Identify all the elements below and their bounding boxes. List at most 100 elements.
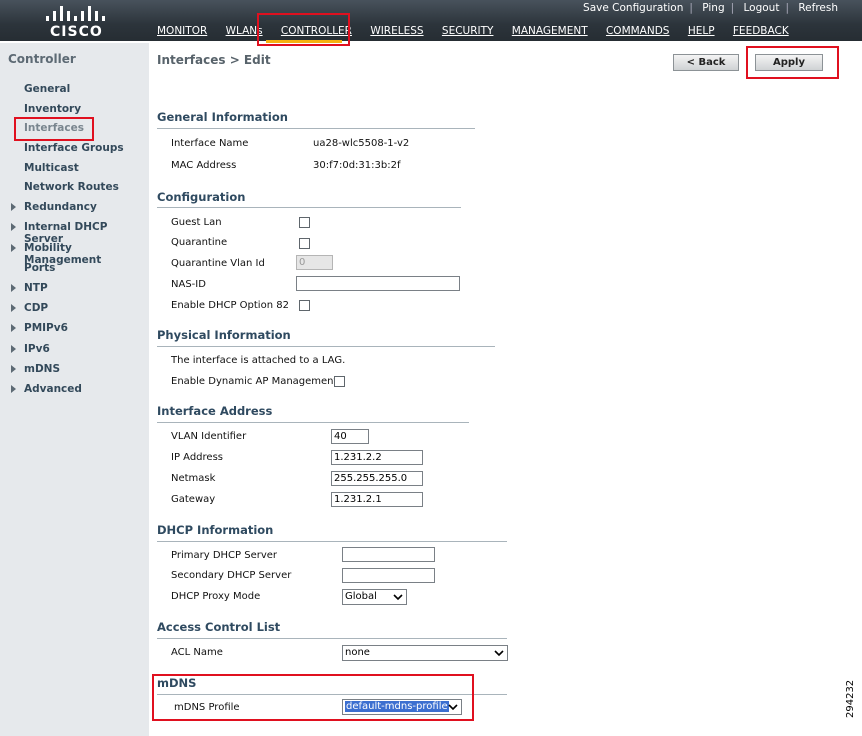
nav-feedback[interactable]: FEEDBACK [733, 25, 789, 37]
sidebar-item-interface-groups[interactable]: Interface Groups [24, 142, 124, 154]
sidebar-item-network-routes[interactable]: Network Routes [24, 181, 119, 193]
acl-name-select[interactable]: none [342, 645, 508, 661]
back-button[interactable]: < Back [673, 54, 739, 71]
highlight-controller-nav [257, 13, 350, 46]
expand-arrow-icon[interactable] [11, 203, 16, 211]
nav-management[interactable]: MANAGEMENT [512, 25, 588, 37]
quarantine-label: Quarantine [171, 237, 228, 248]
vlan-id-input[interactable]: 40 [331, 429, 369, 444]
nas-id-label: NAS-ID [171, 279, 206, 290]
dhcp-info-heading: DHCP Information [157, 523, 274, 537]
guest-lan-label: Guest Lan [171, 217, 222, 228]
netmask-input[interactable]: 255.255.255.0 [331, 471, 423, 486]
sidebar-item-label: mDNS [24, 363, 61, 375]
nav-wireless[interactable]: WIRELESS [370, 25, 423, 37]
ip-address-input[interactable]: 1.231.2.2 [331, 450, 423, 465]
divider [157, 422, 469, 423]
sidebar-item-label: PMIPv6 [24, 322, 68, 334]
chevron-down-icon [393, 594, 403, 601]
logout-link[interactable]: Logout [744, 2, 780, 14]
sidebar-item-label: General [24, 83, 71, 95]
sidebar-item-label: CDP [24, 302, 49, 314]
acl-heading: Access Control List [157, 620, 281, 634]
chevron-down-icon [494, 650, 504, 657]
sidebar-item-pmipv6[interactable]: PMIPv6 [11, 322, 68, 334]
secondary-dhcp-label: Secondary DHCP Server [171, 570, 292, 581]
interface-address-heading: Interface Address [157, 404, 273, 418]
dynamic-ap-checkbox[interactable] [334, 376, 345, 387]
sidebar-item-label: NTP [24, 282, 48, 294]
mac-address-label: MAC Address [171, 160, 237, 171]
gateway-input[interactable]: 1.231.2.1 [331, 492, 423, 507]
nav-commands[interactable]: COMMANDS [606, 25, 670, 37]
sidebar-item-ports[interactable]: Ports [24, 262, 55, 274]
highlight-apply-button [746, 46, 839, 79]
sidebar-item-inventory[interactable]: Inventory [24, 103, 81, 115]
refresh-link[interactable]: Refresh [798, 2, 838, 14]
figure-id: 294232 [845, 679, 856, 718]
interface-name-label: Interface Name [171, 138, 249, 149]
expand-arrow-icon[interactable] [11, 385, 16, 393]
dhcp-option82-checkbox[interactable] [299, 300, 310, 311]
primary-dhcp-label: Primary DHCP Server [171, 550, 278, 561]
sidebar-item-label: IPv6 [24, 343, 50, 355]
sidebar-item-label: Redundancy [24, 201, 97, 213]
expand-arrow-icon[interactable] [11, 304, 16, 312]
top-bar: CISCO Save Configuration | Ping | Logout | … [0, 0, 862, 41]
utility-links: Save Configuration | Ping | Logout | Refres… [583, 2, 838, 14]
gateway-label: Gateway [171, 494, 216, 505]
sidebar-item-ntp[interactable]: NTP [11, 282, 48, 294]
expand-arrow-icon[interactable] [11, 345, 16, 353]
sidebar-item-cdp[interactable]: CDP [11, 302, 49, 314]
divider [157, 346, 495, 347]
nav-monitor[interactable]: MONITOR [157, 25, 207, 37]
sidebar-item-label: Interface Groups [24, 142, 124, 154]
quarantine-vlan-input[interactable]: 0 [296, 255, 333, 270]
nas-id-input[interactable] [296, 276, 460, 291]
secondary-dhcp-input[interactable] [342, 568, 435, 583]
divider [157, 638, 507, 639]
sidebar-item-label: Multicast [24, 162, 79, 174]
primary-dhcp-input[interactable] [342, 547, 435, 562]
expand-arrow-icon[interactable] [11, 365, 16, 373]
configuration-heading: Configuration [157, 190, 246, 204]
lag-status-text: The interface is attached to a LAG. [171, 355, 346, 366]
sidebar-item-general[interactable]: General [24, 83, 70, 95]
cisco-bars-icon [46, 4, 106, 21]
quarantine-checkbox[interactable] [299, 238, 310, 249]
dynamic-ap-label: Enable Dynamic AP Management [171, 376, 338, 387]
main-nav: MONITOR WLANs CONTROLLER WIRELESS SECURI… [157, 25, 804, 37]
sidebar: Controller General Inventory Interfaces … [0, 43, 149, 736]
sidebar-item-ipv6[interactable]: IPv6 [11, 343, 50, 355]
dhcp-option82-label: Enable DHCP Option 82 [171, 300, 289, 311]
dhcp-proxy-select[interactable]: Global [342, 589, 407, 605]
save-configuration-link[interactable]: Save Configuration [583, 2, 683, 14]
ip-address-label: IP Address [171, 452, 223, 463]
acl-name-value: none [345, 647, 370, 658]
sidebar-item-multicast[interactable]: Multicast [24, 162, 79, 174]
brand-text: CISCO [50, 24, 103, 40]
guest-lan-checkbox[interactable] [299, 217, 310, 228]
sidebar-item-label: Inventory [24, 103, 82, 115]
quarantine-vlan-label: Quarantine Vlan Id [171, 258, 265, 269]
expand-arrow-icon[interactable] [11, 324, 16, 332]
nav-security[interactable]: SECURITY [442, 25, 494, 37]
cisco-logo: CISCO [46, 4, 106, 40]
ping-link[interactable]: Ping [702, 2, 724, 14]
sidebar-item-label: Network Routes [24, 181, 119, 193]
sidebar-item-redundancy[interactable]: Redundancy [11, 201, 97, 213]
divider [157, 541, 507, 542]
sidebar-item-advanced[interactable]: Advanced [11, 383, 82, 395]
highlight-mdns-section [152, 674, 474, 721]
mac-address-value: 30:f7:0d:31:3b:2f [313, 160, 401, 171]
acl-name-label: ACL Name [171, 647, 223, 658]
physical-info-heading: Physical Information [157, 328, 291, 342]
expand-arrow-icon[interactable] [11, 284, 16, 292]
expand-arrow-icon[interactable] [11, 244, 16, 252]
nav-help[interactable]: HELP [688, 25, 715, 37]
divider [157, 207, 461, 208]
sidebar-item-mdns[interactable]: mDNS [11, 363, 61, 375]
dhcp-proxy-label: DHCP Proxy Mode [171, 591, 261, 602]
expand-arrow-icon[interactable] [11, 223, 16, 231]
sidebar-item-label: Ports [24, 262, 56, 274]
